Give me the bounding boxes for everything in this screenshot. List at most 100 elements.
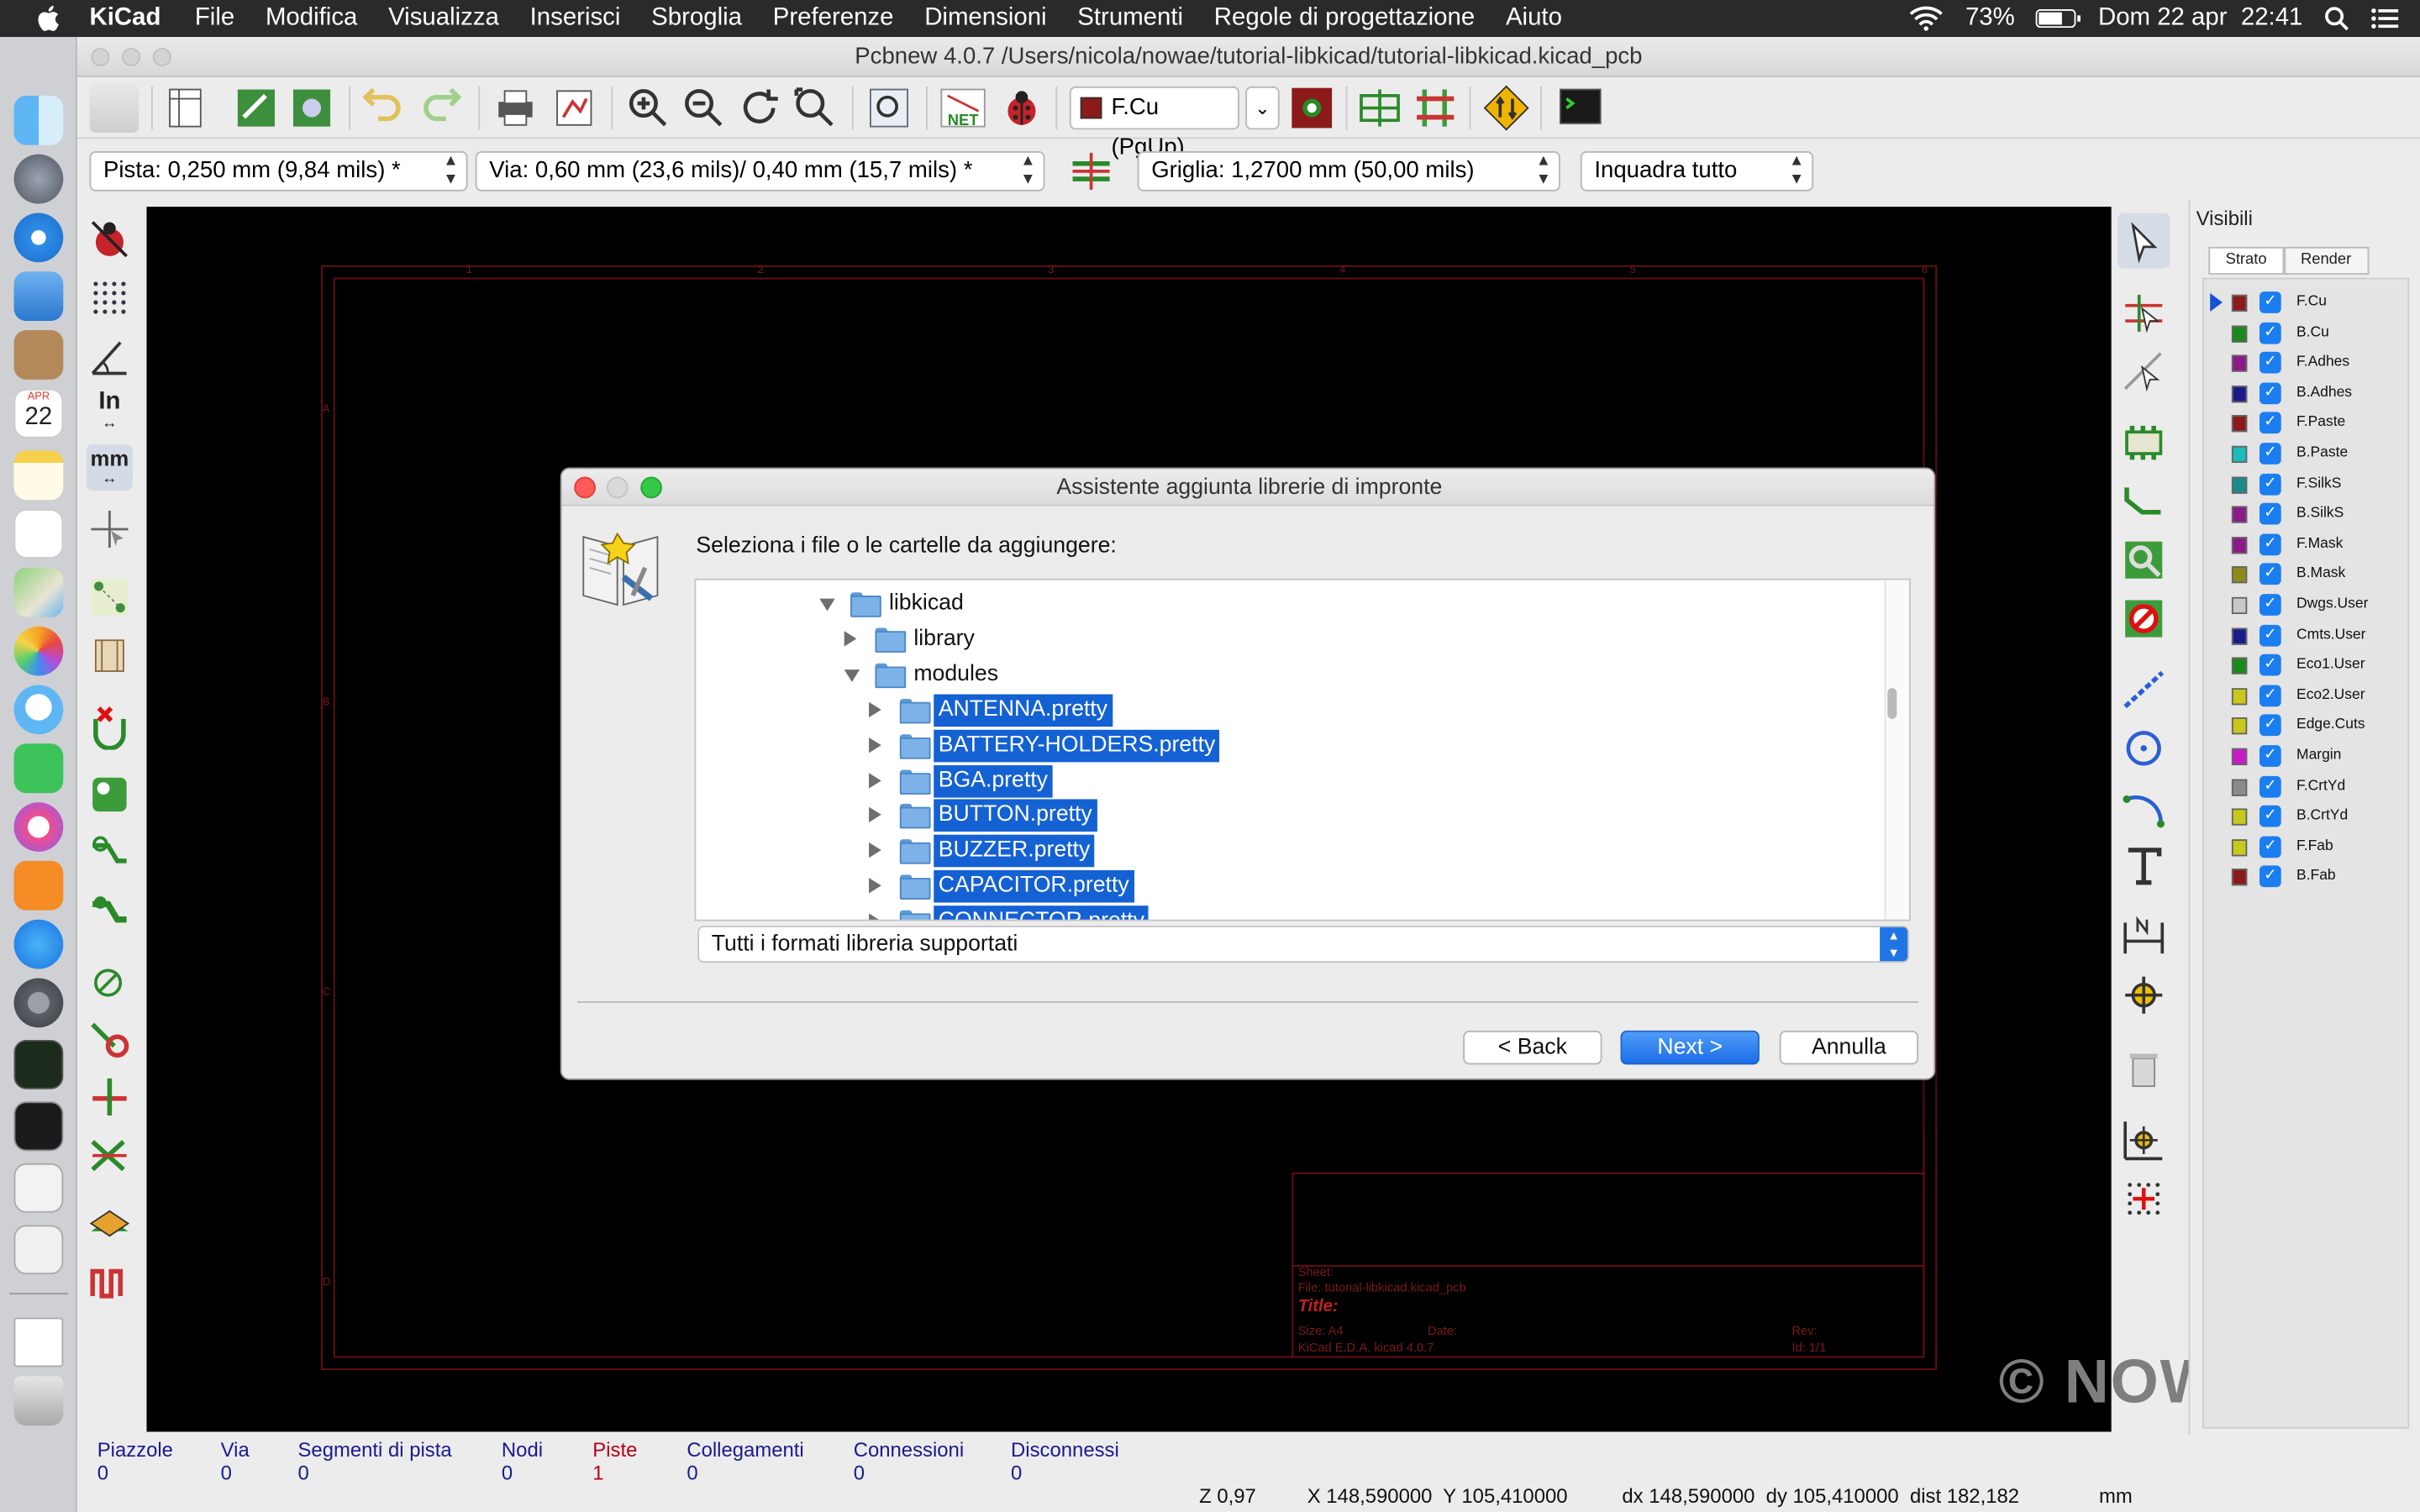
maps-icon[interactable] — [13, 567, 64, 617]
disclosure-down-icon[interactable] — [819, 598, 835, 612]
apple-menu-icon[interactable] — [34, 5, 61, 33]
undo-icon[interactable] — [358, 83, 408, 133]
select-arrow-icon[interactable] — [2121, 219, 2167, 265]
via-sketch-icon[interactable] — [87, 1016, 133, 1062]
layer-visible-checkbox[interactable]: ✓ — [2259, 745, 2281, 767]
layer-visible-checkbox[interactable]: ✓ — [2259, 685, 2281, 706]
layer-row[interactable]: ✓ B.Mask — [2204, 560, 2411, 590]
menu-modifica[interactable]: Modifica — [266, 5, 357, 33]
launchpad-icon[interactable] — [13, 154, 64, 204]
netlist-icon[interactable]: NET — [939, 83, 988, 133]
contacts-icon[interactable] — [13, 330, 64, 380]
layer-manager-icon[interactable] — [87, 1200, 133, 1247]
add-track-icon[interactable] — [2121, 478, 2167, 524]
auto-delete-track-icon[interactable] — [87, 704, 133, 750]
menu-file[interactable]: File — [195, 5, 234, 33]
layer-visible-checkbox[interactable]: ✓ — [2259, 564, 2281, 585]
show-ratsnest-icon[interactable] — [87, 574, 133, 620]
set-origin-icon[interactable] — [2121, 1117, 2167, 1163]
layer-visible-checkbox[interactable]: ✓ — [2259, 412, 2281, 434]
module-editor-icon[interactable] — [287, 83, 337, 133]
zone-fill-icon[interactable] — [87, 889, 133, 935]
layer-row[interactable]: ✓ F.Mask — [2204, 530, 2411, 559]
layer-row[interactable]: ✓ Eco2.User — [2204, 681, 2411, 711]
page-settings-icon[interactable] — [160, 83, 210, 133]
inch-units-button[interactable]: In ↔ — [87, 389, 133, 435]
add-footprint-icon[interactable] — [2121, 420, 2167, 466]
local-ratsnest-icon[interactable] — [2121, 349, 2167, 395]
layer-visible-checkbox[interactable]: ✓ — [2259, 715, 2281, 737]
menu-aiuto[interactable]: Aiuto — [1506, 5, 1562, 33]
menu-preferenze[interactable]: Preferenze — [773, 5, 894, 33]
battery-icon[interactable] — [2036, 9, 2081, 29]
layer-color-swatch[interactable] — [2231, 415, 2248, 433]
menu-dimensioni[interactable]: Dimensioni — [924, 5, 1046, 33]
layer-color-swatch[interactable] — [2231, 445, 2248, 464]
disclosure-down-icon[interactable] — [844, 669, 860, 682]
layer-color-swatch[interactable] — [2231, 354, 2248, 372]
layer-color-swatch[interactable] — [2231, 506, 2248, 523]
grid-toggle-icon[interactable] — [87, 275, 133, 321]
disclosure-right-icon[interactable] — [869, 843, 881, 858]
calendar-icon[interactable]: APR 22 — [13, 388, 64, 438]
back-button[interactable]: < Back — [1463, 1030, 1602, 1065]
menu-strumenti[interactable]: Strumenti — [1077, 5, 1183, 33]
menu-regole[interactable]: Regole di progettazione — [1214, 5, 1475, 33]
print-icon[interactable] — [491, 83, 540, 133]
facetime-icon[interactable] — [13, 743, 64, 794]
layer-row[interactable]: ✓ B.SilkS — [2204, 500, 2411, 529]
close-window-button[interactable] — [91, 47, 110, 66]
file-type-filter-select[interactable]: Tutti i formati libreria supportati ▲ ▼ — [697, 926, 1910, 963]
layer-visible-checkbox[interactable]: ✓ — [2259, 503, 2281, 525]
layer-row[interactable]: ✓ F.Adhes — [2204, 349, 2411, 378]
terminal-icon[interactable] — [13, 1101, 64, 1152]
layer-color-swatch[interactable] — [2231, 324, 2248, 343]
highlight-net-icon[interactable] — [2121, 290, 2167, 336]
layer-row[interactable]: ✓ B.CrtYd — [2204, 802, 2411, 832]
layer-row[interactable]: ✓ F.Paste — [2204, 409, 2411, 438]
layer-row[interactable]: ✓ Margin — [2204, 742, 2411, 771]
code-editor-icon[interactable] — [13, 1163, 64, 1213]
layer-color-swatch[interactable] — [2231, 475, 2248, 494]
add-circle-icon[interactable] — [2121, 725, 2167, 771]
add-text-icon[interactable] — [2121, 843, 2167, 889]
menu-app-kicad[interactable]: KiCad — [90, 5, 161, 33]
layer-visible-checkbox[interactable]: ✓ — [2259, 594, 2281, 616]
clock[interactable]: Dom 22 apr 22:41 — [2098, 5, 2302, 33]
disclosure-right-icon[interactable] — [869, 807, 881, 823]
messages-icon[interactable] — [13, 685, 64, 735]
active-layer-select[interactable]: F.Cu (PgUp) — [1069, 86, 1239, 160]
layer-color-swatch[interactable] — [2231, 869, 2248, 887]
zoom-window-button[interactable] — [152, 47, 171, 66]
layer-row[interactable]: ✓ F.SilkS — [2204, 470, 2411, 499]
add-target-icon[interactable] — [2121, 972, 2167, 1018]
layer-row[interactable]: ✓ F.CrtYd — [2204, 772, 2411, 801]
grid-origin-icon[interactable] — [2121, 1176, 2167, 1222]
edit-pcb-icon[interactable] — [232, 83, 281, 133]
layer-color-swatch[interactable] — [2231, 627, 2248, 645]
layer-row[interactable]: ✓ F.Cu — [2204, 288, 2411, 318]
zoom-fit-icon[interactable] — [790, 83, 839, 133]
notes-icon[interactable] — [13, 450, 64, 501]
layer-color-swatch[interactable] — [2231, 778, 2248, 796]
layer-visible-checkbox[interactable]: ✓ — [2259, 836, 2281, 858]
layer-visible-checkbox[interactable]: ✓ — [2259, 775, 2281, 797]
photos-icon[interactable] — [13, 626, 64, 676]
mode-footprint-icon[interactable] — [1355, 83, 1405, 133]
drc-ladybug-icon[interactable] — [997, 83, 1047, 133]
track-via-auto-icon[interactable] — [1068, 148, 1114, 194]
layer-visible-checkbox[interactable]: ✓ — [2259, 473, 2281, 495]
delete-trash-icon[interactable] — [2121, 1046, 2167, 1092]
layer-dropdown-button[interactable]: ⌄ — [1245, 86, 1280, 130]
layer-color-swatch[interactable] — [2231, 657, 2248, 675]
reminders-icon[interactable] — [13, 509, 64, 559]
mm-units-button[interactable]: mm ↔ — [86, 444, 133, 491]
layer-row[interactable]: ✓ B.Paste — [2204, 439, 2411, 469]
menu-visualizza[interactable]: Visualizza — [388, 5, 499, 33]
disclosure-right-icon[interactable] — [844, 631, 857, 647]
menu-inserisci[interactable]: Inserisci — [530, 5, 621, 33]
tree-scrollbar-thumb[interactable] — [1887, 688, 1897, 719]
zoom-out-icon[interactable] — [679, 83, 729, 133]
menu-sbroglia[interactable]: Sbroglia — [651, 5, 742, 33]
layer-color-swatch[interactable] — [2231, 596, 2248, 615]
